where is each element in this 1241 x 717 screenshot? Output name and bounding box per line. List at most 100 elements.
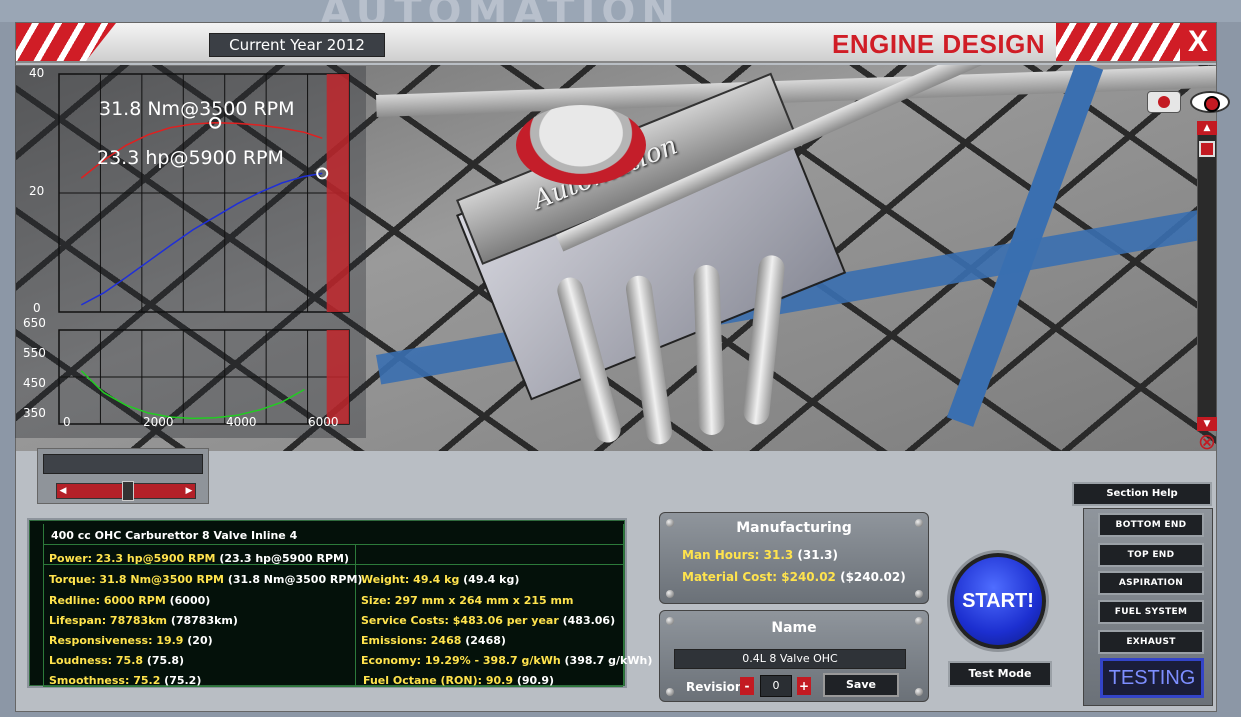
bottom-x-tick: 6000 [308, 415, 339, 429]
stat-label: Lifespan: 78783km [49, 614, 167, 627]
name-title: Name [771, 620, 817, 636]
stat-emissions: Emissions: 2468 (2468) [361, 634, 506, 647]
close-button[interactable]: X [1180, 23, 1216, 61]
revision-label: Revision [686, 680, 744, 694]
stat-label: Responsiveness: 19.9 [49, 634, 184, 647]
stripe-decoration-left [16, 23, 116, 61]
engine-summary: 400 cc OHC Carburettor 8 Valve Inline 4 [51, 529, 298, 542]
stat-label: Size: 297 mm x 264 mm x 215 mm [361, 594, 574, 607]
stat-service-costs: Service Costs: $483.06 per year (483.06) [361, 614, 615, 627]
stat-lifespan: Lifespan: 78783km (78783km) [49, 614, 238, 627]
stat-redline: Redline: 6000 RPM (6000) [49, 594, 210, 607]
top-y-tick: 0 [33, 301, 41, 315]
stats-divider [355, 544, 356, 686]
section-button-bottom-end[interactable]: BOTTOM END [1098, 513, 1204, 537]
chevron-up-icon[interactable]: ▲ [1197, 121, 1217, 135]
top-y-tick: 40 [29, 66, 44, 80]
stat-value: (78783km) [166, 614, 238, 627]
section-button-aspiration[interactable]: ASPIRATION [1098, 571, 1204, 595]
chevron-right-icon[interactable]: ▶ [182, 484, 196, 498]
stat-label: Weight: 49.4 kg [361, 573, 460, 586]
current-year-label: Current Year 2012 [209, 33, 385, 57]
stat-weight: Weight: 49.4 kg (49.4 kg) [361, 573, 519, 586]
graph-panel: 31.8 Nm@3500 RPM 23.3 hp@5900 RPM 40 20 … [15, 66, 366, 438]
stat-responsiveness: Responsiveness: 19.9 (20) [49, 634, 213, 647]
save-button[interactable]: Save [823, 673, 899, 697]
stat-value: (75.8) [143, 654, 185, 667]
fuel-consumption-curve [80, 370, 305, 420]
stat-value: (20) [183, 634, 213, 647]
stat-value: (75.2) [160, 674, 202, 687]
revision-minus-button[interactable]: - [740, 677, 754, 695]
man-hours: Man Hours: 31.3 (31.3) [682, 548, 838, 562]
section-button-top-end[interactable]: TOP END [1098, 543, 1204, 567]
stat-label: Emissions: 2468 [361, 634, 462, 647]
rivet [666, 590, 674, 598]
background-logo: AUTOMATION [320, 0, 681, 22]
slider-display [43, 454, 203, 474]
name-panel: Name 0.4L 8 Valve OHC Revision - 0 + Sav… [659, 610, 929, 702]
torque-peak-annotation: 31.8 Nm@3500 RPM [99, 98, 295, 120]
stat-torque: Torque: 31.8 Nm@3500 RPM (31.8 Nm@3500 R… [49, 573, 362, 586]
bottom-y-tick: 450 [23, 376, 46, 390]
stat-value: (23.3 hp@5900 RPM) [215, 552, 349, 565]
view-slider-knob[interactable] [122, 481, 134, 501]
stats-divider [43, 524, 44, 686]
stat-fuel-octane: Fuel Octane (RON): 90.9 (90.9) [363, 674, 554, 687]
stat-value: (49.4 kg) [459, 573, 520, 586]
material-cost-label: Material Cost: $240.02 [682, 570, 836, 584]
stat-smoothness: Smoothness: 75.2 (75.2) [49, 674, 201, 687]
stats-divider [43, 544, 623, 545]
stat-economy: Economy: 19.29% - 398.7 g/kWh (398.7 g/k… [361, 654, 652, 667]
bottom-y-tick: 350 [23, 406, 46, 420]
eye-icon[interactable] [1190, 91, 1230, 113]
rivet [666, 688, 674, 696]
bottom-x-tick: 4000 [226, 415, 257, 429]
stat-label: Service Costs: $483.06 per year [361, 614, 559, 627]
chevron-left-icon[interactable]: ◀ [56, 484, 70, 498]
test-mode-button[interactable]: Test Mode [948, 661, 1052, 687]
reset-view-icon[interactable]: ⊗ [1194, 431, 1220, 455]
engine-stats-panel: 400 cc OHC Carburettor 8 Valve Inline 4 … [27, 518, 652, 688]
bottom-x-tick: 2000 [143, 415, 174, 429]
section-button-fuel-system[interactable]: FUEL SYSTEM [1098, 600, 1204, 624]
revision-plus-button[interactable]: + [797, 677, 811, 695]
zoom-scrollbar[interactable] [1197, 121, 1217, 431]
title-bar: Current Year 2012 ENGINE DESIGN X [16, 23, 1216, 63]
testing-button[interactable]: TESTING [1100, 658, 1204, 698]
stat-power: Power: 23.3 hp@5900 RPM (23.3 hp@5900 RP… [49, 552, 349, 565]
section-button-exhaust[interactable]: EXHAUST [1098, 630, 1204, 654]
zoom-scroll-thumb[interactable] [1199, 141, 1215, 157]
stat-value: (90.9) [512, 674, 555, 687]
stat-label: Redline: 6000 RPM [49, 594, 166, 607]
stat-label: Fuel Octane (RON): 90.9 [363, 674, 513, 687]
stat-value: (31.8 Nm@3500 RPM) [223, 573, 363, 586]
window-title: ENGINE DESIGN [832, 29, 1046, 59]
rivet [915, 590, 923, 598]
chevron-down-icon[interactable]: ▼ [1197, 417, 1217, 431]
bsfc-grid [59, 330, 349, 424]
stripe-decoration-right [1056, 23, 1180, 61]
top-y-tick: 20 [29, 184, 44, 198]
stat-size: Size: 297 mm x 264 mm x 215 mm [361, 594, 573, 607]
manufacturing-panel: Manufacturing Man Hours: 31.3 (31.3) Mat… [659, 512, 929, 604]
bottom-y-tick: 650 [23, 316, 46, 330]
stat-value: (483.06) [558, 614, 616, 627]
air-filter [516, 105, 646, 185]
stat-label: Economy: 19.29% - 398.7 g/kWh [361, 654, 561, 667]
stat-label: Loudness: 75.8 [49, 654, 144, 667]
stat-label: Power: 23.3 hp@5900 RPM [49, 552, 216, 565]
material-cost-value: ($240.02) [835, 570, 906, 584]
rivet [915, 688, 923, 696]
revision-value: 0 [760, 675, 792, 697]
engine-graphs: 31.8 Nm@3500 RPM 23.3 hp@5900 RPM 40 20 … [23, 66, 350, 429]
stat-label: Smoothness: 75.2 [49, 674, 161, 687]
redline-zone-bottom [326, 330, 349, 424]
manufacturing-title: Manufacturing [736, 520, 852, 536]
camera-icon[interactable] [1147, 91, 1181, 113]
stat-value: (398.7 g/kWh) [560, 654, 653, 667]
section-help-button[interactable]: Section Help [1072, 482, 1212, 506]
material-cost: Material Cost: $240.02 ($240.02) [682, 570, 906, 584]
engine-name-input[interactable]: 0.4L 8 Valve OHC [674, 649, 906, 669]
start-button[interactable]: START! [950, 553, 1046, 649]
